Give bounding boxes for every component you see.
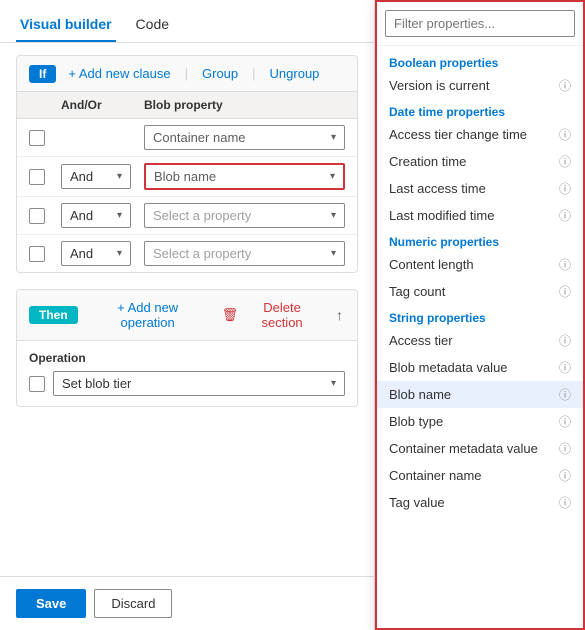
boolean-properties-category: Boolean properties [377,50,583,72]
list-item[interactable]: Blob metadata value ⓘ [377,354,583,381]
tab-code[interactable]: Code [132,8,173,42]
info-icon[interactable]: ⓘ [559,467,571,484]
separator-1: | [185,66,188,81]
info-icon[interactable]: ⓘ [559,283,571,300]
then-badge: Then [29,306,78,324]
row-3-andor-dropdown[interactable]: And ▾ [61,203,131,228]
row-1-property-dropdown[interactable]: Container name ▾ [144,125,345,150]
if-table-header: And/Or Blob property [17,92,357,119]
group-button[interactable]: Group [198,64,242,83]
operation-dropdown[interactable]: Set blob tier ▾ [53,371,345,396]
info-icon[interactable]: ⓘ [559,207,571,224]
blob-name-list-item[interactable]: Blob name ⓘ [377,381,583,408]
chevron-down-icon: ▾ [117,171,122,182]
list-item[interactable]: Creation time ⓘ [377,148,583,175]
delete-section-button[interactable]: 🗑 Delete section [218,298,326,332]
chevron-down-icon: ▾ [117,210,122,221]
numeric-properties-category: Numeric properties [377,229,583,251]
info-icon[interactable]: ⓘ [559,332,571,349]
operation-column-header: Operation [29,351,345,365]
save-button[interactable]: Save [16,589,86,618]
datetime-properties-category: Date time properties [377,99,583,121]
string-properties-category: String properties [377,305,583,327]
if-section-header: If + Add new clause | Group | Ungroup [17,56,357,92]
info-icon[interactable]: ⓘ [559,413,571,430]
row-2-andor-dropdown[interactable]: And ▾ [61,164,131,189]
trash-icon: 🗑 [222,307,239,323]
then-section-header: Then + Add new operation 🗑 Delete sectio… [17,290,357,341]
discard-button[interactable]: Discard [94,589,172,618]
table-row: And ▾ Select a property ▾ [17,235,357,272]
chevron-down-icon: ▾ [117,248,122,259]
filter-input-wrap [377,2,583,46]
row-3-checkbox[interactable] [29,208,45,224]
row-1-checkbox[interactable] [29,130,45,146]
list-item[interactable]: Tag count ⓘ [377,278,583,305]
main-content: If + Add new clause | Group | Ungroup An… [0,43,374,576]
table-row: And ▾ Select a property ▾ [17,197,357,235]
row-4-property-dropdown[interactable]: Select a property ▾ [144,241,345,266]
properties-list: Boolean properties Version is current ⓘ … [377,46,583,628]
footer: Save Discard [0,576,374,630]
if-badge: If [29,65,56,83]
if-section: If + Add new clause | Group | Ungroup An… [16,55,358,273]
row-4-checkbox[interactable] [29,246,45,262]
chevron-down-icon: ▾ [331,248,336,259]
and-or-column-header: And/Or [61,98,136,112]
chevron-down-icon: ▾ [331,132,336,143]
list-item[interactable]: Version is current ⓘ [377,72,583,99]
info-icon[interactable]: ⓘ [559,77,571,94]
info-icon[interactable]: ⓘ [559,359,571,376]
row-2-checkbox[interactable] [29,169,45,185]
chevron-down-icon: ▾ [331,378,336,389]
separator-2: | [252,66,255,81]
ungroup-button[interactable]: Ungroup [266,64,324,83]
move-up-button[interactable]: ↑ [334,305,345,325]
operation-area: Operation Set blob tier ▾ [17,341,357,406]
row-2-property-dropdown[interactable]: Blob name ▾ [144,163,345,190]
info-icon[interactable]: ⓘ [559,440,571,457]
blob-property-column-header: Blob property [144,98,345,112]
list-item[interactable]: Container name ⓘ [377,462,583,489]
info-icon[interactable]: ⓘ [559,180,571,197]
list-item[interactable]: Tag value ⓘ [377,489,583,516]
info-icon[interactable]: ⓘ [559,126,571,143]
info-icon[interactable]: ⓘ [559,153,571,170]
list-item[interactable]: Container metadata value ⓘ [377,435,583,462]
chevron-down-icon: ▾ [331,210,336,221]
table-row: And ▾ Blob name ▾ [17,157,357,197]
filter-properties-input[interactable] [385,10,575,37]
info-icon[interactable]: ⓘ [559,494,571,511]
add-clause-button[interactable]: + Add new clause [64,64,174,83]
row-3-property-dropdown[interactable]: Select a property ▾ [144,203,345,228]
then-section: Then + Add new operation 🗑 Delete sectio… [16,289,358,407]
table-row: Container name ▾ [17,119,357,157]
list-item[interactable]: Last modified time ⓘ [377,202,583,229]
operation-checkbox[interactable] [29,376,45,392]
info-icon[interactable]: ⓘ [559,256,571,273]
operation-row: Set blob tier ▾ [29,371,345,396]
row-4-andor-dropdown[interactable]: And ▾ [61,241,131,266]
properties-dropdown-panel: Boolean properties Version is current ⓘ … [375,0,585,630]
add-operation-button[interactable]: + Add new operation [86,298,210,332]
list-item[interactable]: Last access time ⓘ [377,175,583,202]
list-item[interactable]: Access tier change time ⓘ [377,121,583,148]
chevron-down-icon: ▾ [330,171,335,182]
tab-visual-builder[interactable]: Visual builder [16,8,116,42]
list-item[interactable]: Access tier ⓘ [377,327,583,354]
tab-bar: Visual builder Code [0,0,374,43]
list-item[interactable]: Content length ⓘ [377,251,583,278]
list-item[interactable]: Blob type ⓘ [377,408,583,435]
info-icon[interactable]: ⓘ [559,386,571,403]
